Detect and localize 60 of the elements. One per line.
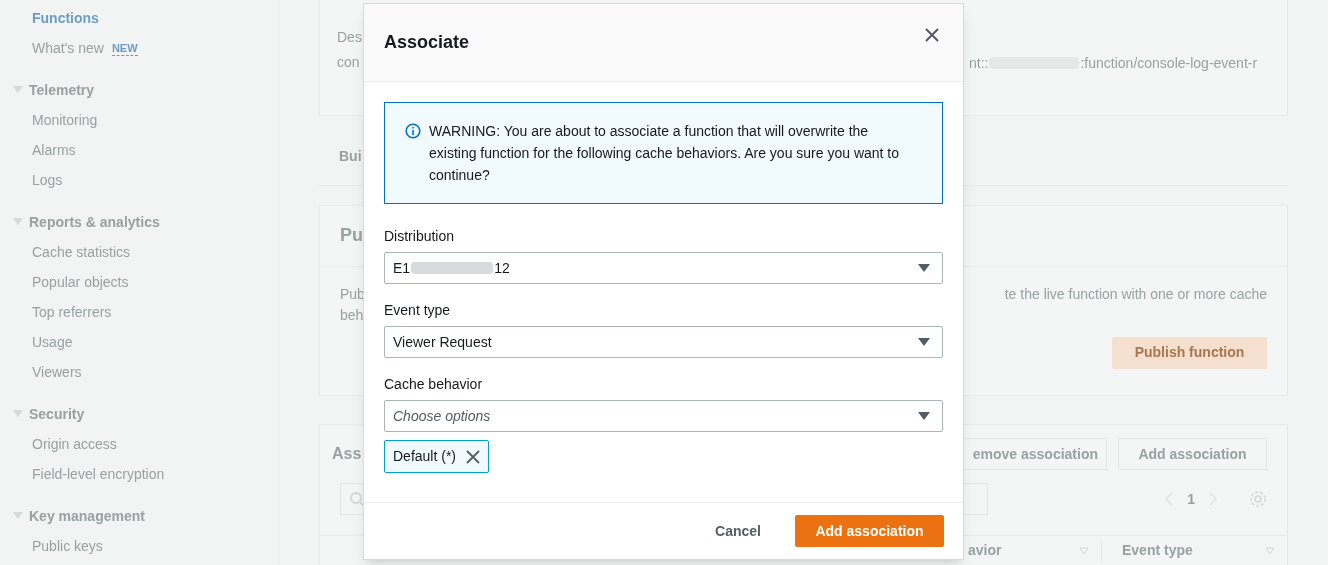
nav-link[interactable]: Alarms bbox=[32, 139, 76, 161]
add-association-button[interactable]: Add association bbox=[795, 515, 944, 547]
select-value: E1 bbox=[393, 258, 411, 278]
settings-icon[interactable] bbox=[1249, 490, 1267, 508]
nav-link[interactable]: Origin access bbox=[32, 433, 117, 455]
nav-link[interactable]: Cache statistics bbox=[32, 241, 131, 263]
nav-link[interactable]: Usage bbox=[32, 331, 73, 353]
select-placeholder: Choose options bbox=[393, 406, 491, 426]
new-badge: NEW bbox=[111, 40, 138, 56]
field-label: Cache behavior bbox=[384, 375, 484, 394]
card-title: Ass bbox=[332, 444, 362, 464]
select-value: 12 bbox=[494, 258, 510, 278]
tab[interactable]: Bui bbox=[339, 146, 362, 168]
section-header[interactable]: Telemetry bbox=[0, 75, 278, 105]
section-header[interactable]: Security bbox=[0, 399, 278, 429]
select-field[interactable]: Choose options bbox=[384, 400, 943, 432]
nav-link[interactable]: Popular objects bbox=[32, 271, 129, 293]
detail-text: Des bbox=[337, 28, 363, 47]
dropdown-caret-icon bbox=[918, 264, 930, 272]
select-value: Viewer Request bbox=[393, 332, 492, 352]
selected-token: Default (*) bbox=[384, 440, 490, 473]
nav-link[interactable]: Monitoring bbox=[32, 109, 98, 131]
dialog-title: Associate bbox=[384, 31, 470, 54]
nav-link[interactable]: Logs bbox=[32, 169, 63, 191]
select-field[interactable]: Viewer Request bbox=[384, 326, 943, 358]
sort-icon[interactable] bbox=[1265, 546, 1275, 555]
dropdown-caret-icon bbox=[918, 338, 930, 346]
nav-link[interactable]: Public keys bbox=[32, 535, 103, 557]
action-button[interactable]: Add association bbox=[1118, 438, 1267, 470]
cancel-button[interactable]: Cancel bbox=[699, 515, 777, 547]
card-title: Pu bbox=[340, 224, 363, 248]
publish-button[interactable]: Publish function bbox=[1112, 336, 1267, 369]
description-text: te the live function with one or more cache bbox=[1004, 284, 1267, 304]
field-label: Event type bbox=[384, 301, 452, 320]
page-number[interactable]: 1 bbox=[1187, 488, 1195, 510]
nav-link[interactable]: Functions bbox=[32, 7, 99, 29]
field-label: Distribution bbox=[384, 227, 456, 246]
description-text: beh bbox=[340, 305, 365, 325]
column-header[interactable]: avior bbox=[968, 540, 1002, 561]
info-icon bbox=[405, 123, 421, 139]
remove-icon[interactable] bbox=[466, 449, 481, 464]
caret-icon bbox=[13, 218, 23, 226]
arn-text: :function/console-log-event-r bbox=[1080, 54, 1258, 73]
caret-icon bbox=[13, 410, 23, 418]
detail-text: con bbox=[337, 53, 361, 72]
nav-link[interactable]: Viewers bbox=[32, 361, 82, 383]
column-header[interactable]: Event type bbox=[1122, 540, 1193, 561]
caret-icon bbox=[13, 512, 23, 520]
caret-icon bbox=[13, 86, 23, 94]
warning-text: WARNING: You are about to associate a function that will overwrite the existing function for the following cache behaviors. Are you sure you want to continue? bbox=[429, 122, 901, 185]
sort-icon[interactable] bbox=[1079, 546, 1089, 555]
nav-link[interactable]: What's new bbox=[32, 37, 104, 59]
nav-link[interactable]: Field-level encryption bbox=[32, 463, 165, 485]
nav-link[interactable]: Top referrers bbox=[32, 301, 112, 323]
close-icon bbox=[925, 27, 939, 42]
arn-text: nt:: bbox=[969, 54, 989, 73]
section-header[interactable]: Reports & analytics bbox=[0, 207, 278, 237]
section-header[interactable]: Key management bbox=[0, 501, 278, 531]
dropdown-caret-icon bbox=[918, 412, 930, 420]
select-field[interactable]: E1 12 bbox=[384, 252, 943, 284]
